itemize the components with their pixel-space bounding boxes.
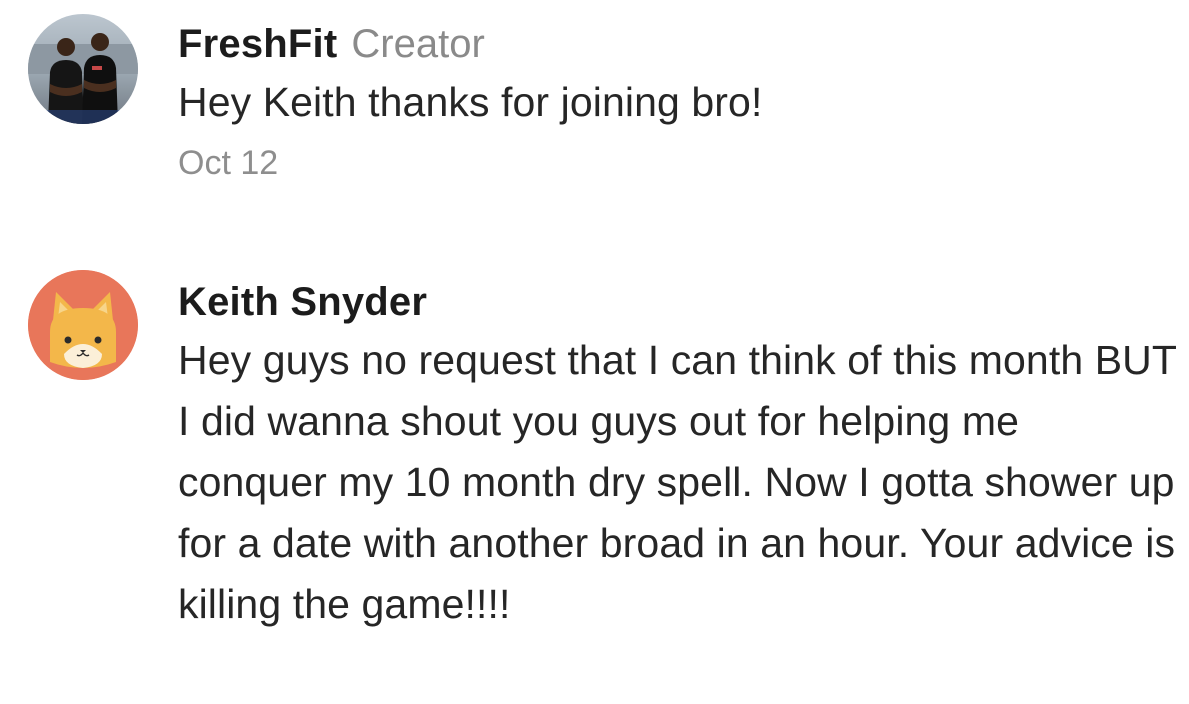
cat-avatar-icon: [28, 270, 138, 380]
author-name[interactable]: Keith Snyder: [178, 280, 427, 324]
comment-body: Keith Snyder Hey guys no request that I …: [178, 270, 1179, 635]
comment-header: Keith Snyder: [178, 270, 1179, 334]
comment-text: Hey guys no request that I can think of …: [178, 337, 1177, 627]
author-name[interactable]: FreshFit: [178, 22, 337, 66]
comment-text: Hey Keith thanks for joining bro!: [178, 79, 763, 125]
role-badge: Creator: [351, 22, 485, 66]
user-photo-icon: [28, 14, 138, 124]
timestamp: Oct 12: [178, 144, 279, 182]
comment-header: FreshFit Creator: [178, 12, 1179, 76]
avatar[interactable]: [28, 270, 138, 380]
avatar[interactable]: [28, 14, 138, 124]
comment-body: FreshFit Creator Hey Keith thanks for joi…: [178, 12, 1179, 185]
